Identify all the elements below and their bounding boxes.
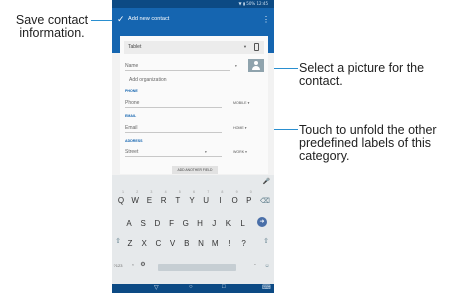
emoji-icon[interactable]: ☺: [261, 263, 273, 269]
symbols-key[interactable]: ?123: [112, 263, 124, 268]
add-organization-link[interactable]: Add organization: [129, 77, 167, 83]
annotation-picture: Select a picture for the contact.: [299, 61, 425, 88]
key-q[interactable]: Q: [115, 196, 127, 205]
key-number-hint: 9: [235, 190, 238, 194]
key-i[interactable]: I: [214, 196, 226, 205]
key-t[interactable]: T: [172, 196, 184, 205]
contact-photo-button[interactable]: [248, 59, 264, 72]
nav-bar: ▽ ○ □ ⌨: [112, 284, 274, 293]
key-f[interactable]: F: [166, 219, 178, 228]
mic-icon[interactable]: 🎤: [263, 178, 270, 185]
key-question[interactable]: ?: [238, 239, 250, 248]
chevron-down-icon: ▼: [243, 44, 247, 49]
key-j[interactable]: J: [208, 219, 220, 228]
address-section-header: ADDRESS: [125, 139, 143, 143]
period-key[interactable]: .: [249, 261, 261, 267]
phone-label-dropdown[interactable]: MOBILE ▾: [233, 101, 249, 105]
shift-left-icon[interactable]: ⇧: [112, 237, 124, 245]
key-v[interactable]: V: [167, 239, 179, 248]
more-vert-icon[interactable]: ⋮: [262, 15, 270, 24]
email-underline: [125, 132, 222, 133]
name-underline: [125, 70, 230, 71]
account-selector[interactable]: Tablet ▼: [124, 41, 264, 54]
email-section-header: EMAIL: [125, 114, 137, 118]
key-number-hint: 2: [136, 190, 139, 194]
key-z[interactable]: Z: [124, 239, 136, 248]
street-expand-icon[interactable]: ▾: [205, 150, 207, 154]
key-o[interactable]: O: [229, 196, 241, 205]
add-another-field-button[interactable]: ADD ANOTHER FIELD: [172, 166, 218, 174]
status-bar: ▼ ▮ 50% 12:45: [112, 0, 274, 8]
app-bar: ✓ Add new contact ⋮: [112, 8, 274, 33]
name-field[interactable]: Name: [125, 63, 138, 69]
key-number-hint: 4: [164, 190, 167, 194]
space-key[interactable]: [158, 264, 236, 271]
key-u[interactable]: U: [200, 196, 212, 205]
email-label-dropdown[interactable]: HOME ▾: [233, 126, 247, 130]
address-label-dropdown[interactable]: WORK ▾: [233, 150, 247, 154]
key-b[interactable]: B: [181, 239, 193, 248]
shift-right-icon[interactable]: ⇧: [260, 237, 272, 245]
key-number-hint: 1: [122, 190, 124, 194]
check-icon[interactable]: ✓: [117, 14, 125, 25]
key-number-hint: 6: [193, 190, 195, 194]
key-h[interactable]: H: [194, 219, 206, 228]
street-underline: [125, 156, 222, 157]
phone-underline: [125, 107, 222, 108]
key-r[interactable]: R: [158, 196, 170, 205]
name-expand-icon[interactable]: ▾: [235, 64, 237, 68]
email-field[interactable]: Email: [125, 125, 138, 131]
keyboard: 🎤 1 2 3 4 5 6 7 8 9 0 Q W E R T Y U I O P A S D F G H J K L Z X C V B N M!?…: [112, 175, 274, 284]
person-icon: [254, 61, 258, 65]
key-number-hint: 3: [150, 190, 153, 194]
backspace-icon[interactable]: ⌫: [259, 197, 271, 205]
contact-form: Tablet ▼ Name ▾ Add organization PHONE P…: [120, 36, 268, 174]
key-number-hint: 0: [249, 190, 252, 194]
recents-icon[interactable]: □: [222, 284, 226, 290]
account-label: Tablet: [128, 44, 142, 50]
key-p[interactable]: P: [243, 196, 255, 205]
device-screen: ▼ ▮ 50% 12:45 ✓ Add new contact ⋮ Tablet…: [112, 0, 274, 293]
phone-section-header: PHONE: [125, 89, 138, 93]
key-number-hint: 7: [207, 190, 210, 194]
key-s[interactable]: S: [137, 219, 149, 228]
key-g[interactable]: G: [180, 219, 192, 228]
annotation-labels: Touch to unfold the other predefined lab…: [299, 123, 437, 163]
key-y[interactable]: Y: [186, 196, 198, 205]
key-d[interactable]: D: [151, 219, 163, 228]
key-w[interactable]: W: [129, 196, 141, 205]
key-n[interactable]: N: [195, 239, 207, 248]
back-icon[interactable]: ▽: [154, 284, 159, 291]
key-number-hint: 8: [221, 190, 224, 194]
key-x[interactable]: X: [138, 239, 150, 248]
annotation-save: Save contact information.: [15, 13, 89, 40]
key-a[interactable]: A: [123, 219, 135, 228]
tablet-icon: [254, 43, 259, 51]
home-icon[interactable]: ○: [189, 284, 193, 290]
key-number-hint: 5: [178, 190, 181, 194]
keyboard-switch-icon[interactable]: ⌨: [262, 284, 271, 291]
key-k[interactable]: K: [222, 219, 234, 228]
key-l[interactable]: L: [237, 219, 249, 228]
status-text: ▼ ▮ 50% 12:45: [238, 1, 268, 6]
key-e[interactable]: E: [143, 196, 155, 205]
key-m[interactable]: M: [209, 239, 221, 248]
settings-icon[interactable]: ⚙: [137, 261, 149, 268]
phone-field[interactable]: Phone: [125, 100, 139, 106]
page-title: Add new contact: [128, 16, 170, 22]
key-c[interactable]: C: [152, 239, 164, 248]
key-exclamation[interactable]: !: [223, 239, 235, 248]
enter-key[interactable]: ➜: [257, 217, 267, 227]
street-field[interactable]: Street: [125, 149, 138, 155]
